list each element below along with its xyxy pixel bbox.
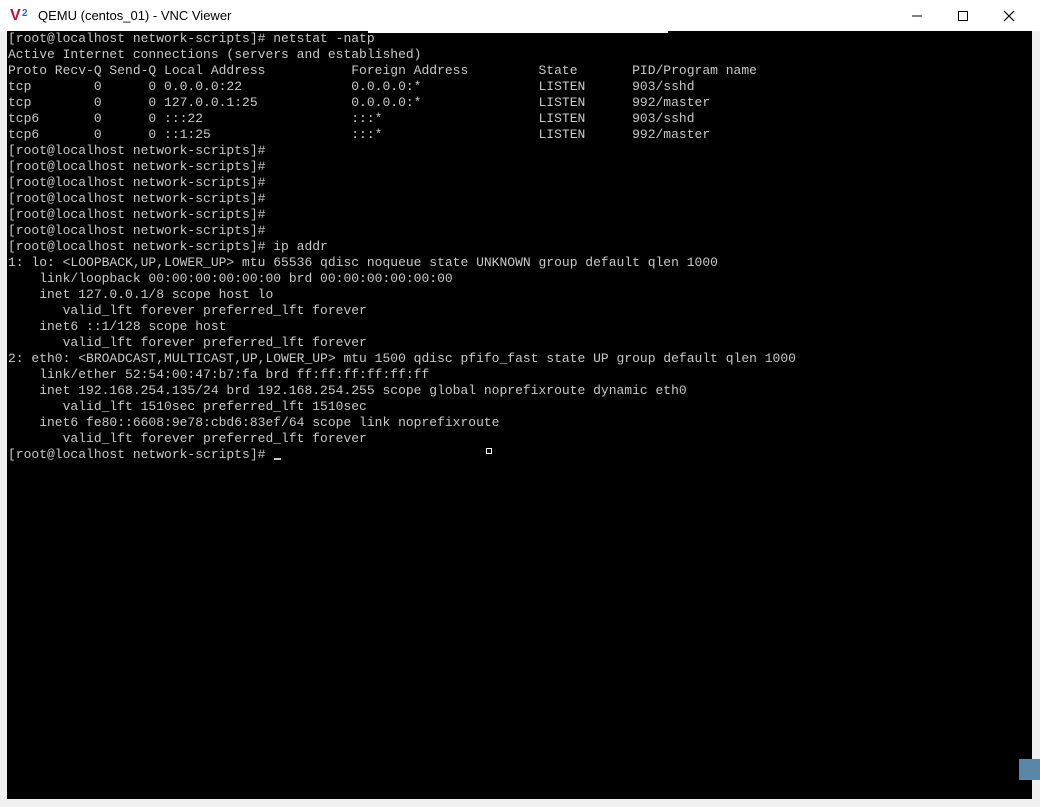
terminal-line: tcp6 0 0 :::22 :::* LISTEN 903/sshd [8,111,695,126]
terminal-line: tcp6 0 0 ::1:25 :::* LISTEN 992/master [8,127,711,142]
vertical-scrollbar[interactable] [1033,31,1040,807]
minimize-button[interactable] [894,0,940,31]
title-divider [368,31,668,33]
terminal-line: valid_lft forever preferred_lft forever [8,303,367,318]
terminal-line: [root@localhost network-scripts]# ip add… [8,239,328,254]
terminal-line: [root@localhost network-scripts]# [8,191,266,206]
scrollbar-thumb[interactable] [1019,759,1040,780]
terminal-line: Proto Recv-Q Send-Q Local Address Foreig… [8,63,757,78]
terminal-line: inet6 fe80::6608:9e78:cbd6:83ef/64 scope… [8,415,500,430]
terminal-line: tcp 0 0 127.0.0.1:25 0.0.0.0:* LISTEN 99… [8,95,711,110]
terminal-prompt: [root@localhost network-scripts]# [8,447,274,462]
terminal-line: 1: lo: <LOOPBACK,UP,LOWER_UP> mtu 65536 … [8,255,718,270]
text-cursor [274,458,282,460]
terminal-line: [root@localhost network-scripts]# [8,207,266,222]
terminal-line: 2: eth0: <BROADCAST,MULTICAST,UP,LOWER_U… [8,351,796,366]
terminal-line: inet6 ::1/128 scope host [8,319,227,334]
terminal-line: valid_lft 1510sec preferred_lft 1510sec [8,399,367,414]
terminal-line: inet 127.0.0.1/8 scope host lo [8,287,274,302]
close-icon [1003,10,1015,22]
terminal-line: link/ether 52:54:00:47:b7:fa brd ff:ff:f… [8,367,430,382]
minimize-icon [912,15,922,17]
maximize-button[interactable] [940,0,986,31]
vnc-client-area: [root@localhost network-scripts]# netsta… [0,31,1040,807]
terminal-line: [root@localhost network-scripts]# [8,223,266,238]
close-button[interactable] [986,0,1032,31]
window-title: QEMU (centos_01) - VNC Viewer [38,8,232,23]
terminal-line: [root@localhost network-scripts]# [8,143,266,158]
vm-console-screen[interactable]: [root@localhost network-scripts]# netsta… [7,31,1032,799]
terminal-line: [root@localhost network-scripts]# [8,175,266,190]
terminal-output: [root@localhost network-scripts]# netsta… [8,31,796,463]
terminal-line: tcp 0 0 0.0.0.0:22 0.0.0.0:* LISTEN 903/… [8,79,695,94]
remote-cursor-icon [486,448,492,454]
terminal-line: [root@localhost network-scripts]# [8,159,266,174]
terminal-line: [root@localhost network-scripts]# netsta… [8,31,375,46]
terminal-prompt-line[interactable]: [root@localhost network-scripts]# [8,447,796,463]
terminal-line: Active Internet connections (servers and… [8,47,422,62]
terminal-line: inet 192.168.254.135/24 brd 192.168.254.… [8,383,687,398]
maximize-icon [958,11,968,21]
terminal-line: link/loopback 00:00:00:00:00:00 brd 00:0… [8,271,453,286]
title-bar[interactable]: V2 QEMU (centos_01) - VNC Viewer [0,0,1040,31]
vnc-viewer-icon: V2 [10,7,28,24]
terminal-line: valid_lft forever preferred_lft forever [8,431,367,446]
terminal-line: valid_lft forever preferred_lft forever [8,335,367,350]
